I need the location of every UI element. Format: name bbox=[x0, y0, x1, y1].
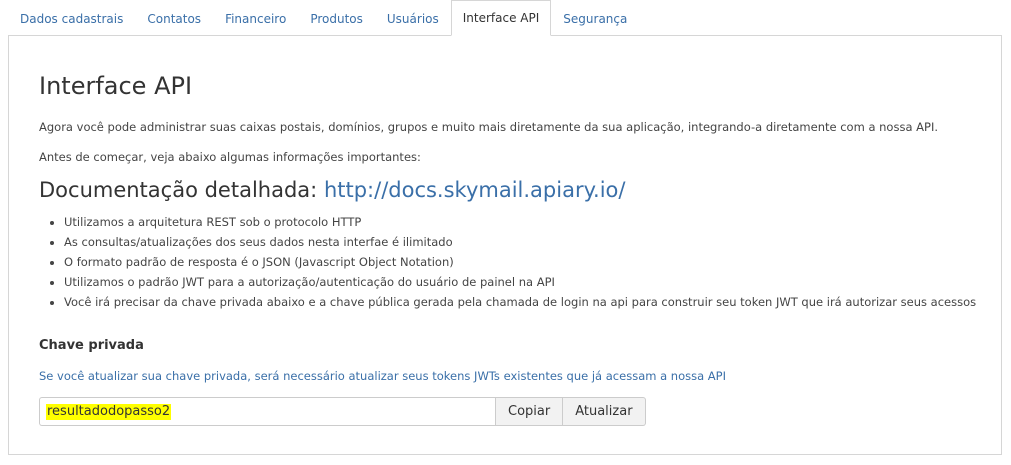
list-item: Utilizamos o padrão JWT para a autorizaç… bbox=[64, 272, 976, 292]
tab-seguranca[interactable]: Segurança bbox=[551, 0, 639, 36]
private-key-field-wrap: resultadodopasso2 bbox=[39, 397, 495, 426]
list-item: As consultas/atualizações dos seus dados… bbox=[64, 232, 976, 252]
list-item: Você irá precisar da chave privada abaix… bbox=[64, 292, 976, 312]
before-text: Antes de começar, veja abaixo algumas in… bbox=[39, 150, 421, 164]
private-key-row: resultadodopasso2 Copiar Atualizar bbox=[39, 397, 646, 426]
tab-usuarios[interactable]: Usuários bbox=[375, 0, 451, 36]
documentation-label: Documentação detalhada: bbox=[39, 178, 318, 202]
documentation-link[interactable]: http://docs.skymail.apiary.io/ bbox=[324, 178, 626, 202]
private-key-input[interactable] bbox=[39, 397, 495, 426]
tab-bar: Dados cadastrais Contatos Financeiro Pro… bbox=[8, 0, 639, 36]
copy-button[interactable]: Copiar bbox=[495, 397, 564, 426]
list-item: Utilizamos a arquitetura REST sob o prot… bbox=[64, 212, 976, 232]
tab-panel: Interface API Agora você pode administra… bbox=[8, 35, 1002, 455]
tab-interface-api[interactable]: Interface API bbox=[450, 0, 552, 36]
page-title: Interface API bbox=[39, 72, 193, 100]
tab-produtos[interactable]: Produtos bbox=[298, 0, 375, 36]
documentation-heading: Documentação detalhada: http://docs.skym… bbox=[39, 178, 625, 202]
tab-contatos[interactable]: Contatos bbox=[135, 0, 213, 36]
feature-list: Utilizamos a arquitetura REST sob o prot… bbox=[39, 212, 976, 312]
intro-text: Agora você pode administrar suas caixas … bbox=[39, 120, 938, 134]
list-item: O formato padrão de resposta é o JSON (J… bbox=[64, 252, 976, 272]
private-key-note: Se você atualizar sua chave privada, ser… bbox=[39, 369, 727, 383]
private-key-title: Chave privada bbox=[39, 338, 144, 353]
tab-dados-cadastrais[interactable]: Dados cadastrais bbox=[8, 0, 135, 36]
tab-financeiro[interactable]: Financeiro bbox=[213, 0, 298, 36]
refresh-key-button[interactable]: Atualizar bbox=[563, 397, 646, 426]
